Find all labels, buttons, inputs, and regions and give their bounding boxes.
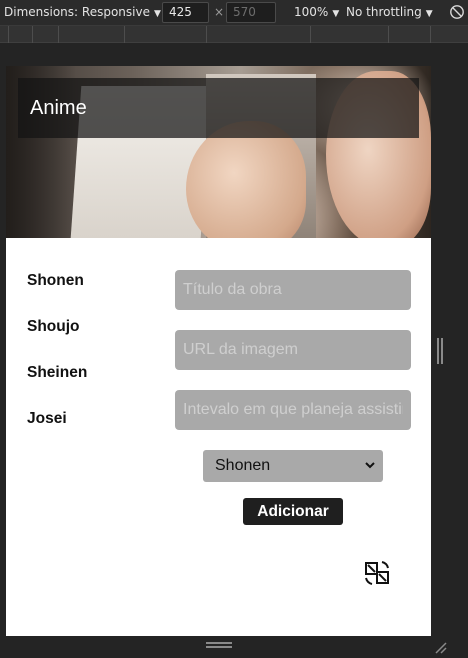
viewport-height-resize-handle[interactable] <box>206 642 232 650</box>
corner-resize-grip-icon[interactable] <box>432 639 448 655</box>
genre-item: Sheinen <box>27 364 88 381</box>
genre-item: Shoujo <box>27 318 80 335</box>
hero-banner-image: Anime <box>6 66 431 238</box>
add-button[interactable]: Adicionar <box>243 498 343 525</box>
width-input[interactable]: 425 <box>162 2 209 23</box>
header-title-box: Anime <box>18 78 419 138</box>
chevron-down-icon <box>365 462 375 469</box>
watch-interval-input[interactable] <box>175 390 411 430</box>
zoom-dropdown[interactable]: 100% ▼ <box>294 5 339 19</box>
title-input[interactable] <box>175 270 411 310</box>
caret-down-icon: ▼ <box>425 9 433 19</box>
page-title: Anime <box>30 97 87 119</box>
emulated-viewport: Anime Shonen Shoujo Sheinen Josei Shonen… <box>6 66 431 636</box>
genre-item: Shonen <box>27 272 84 289</box>
genre-select[interactable]: Shonen <box>203 450 383 482</box>
viewport-width-resize-handle[interactable] <box>437 338 445 364</box>
times-separator: × <box>214 5 225 19</box>
caret-down-icon: ▼ <box>332 9 340 19</box>
throttling-dropdown[interactable]: No throttling ▼ <box>346 5 433 19</box>
device-toolbar: Dimensions: Responsive ▼ 425 × 570 100% ▼ … <box>0 0 468 26</box>
caret-down-icon: ▼ <box>153 9 161 19</box>
throttling-value: No throttling <box>346 5 422 19</box>
disable-touch-icon[interactable] <box>449 4 465 20</box>
image-url-input[interactable] <box>175 330 411 370</box>
genre-select-value: Shonen <box>215 457 271 474</box>
height-input[interactable]: 570 <box>226 2 276 23</box>
dimensions-dropdown[interactable]: Dimensions: Responsive ▼ <box>4 5 161 19</box>
dimensions-label: Dimensions: Responsive <box>4 5 150 19</box>
swap-arrows-icon[interactable] <box>364 560 390 586</box>
genre-item: Josei <box>27 410 67 427</box>
zoom-value: 100% <box>294 5 329 19</box>
media-query-ruler <box>0 26 468 43</box>
